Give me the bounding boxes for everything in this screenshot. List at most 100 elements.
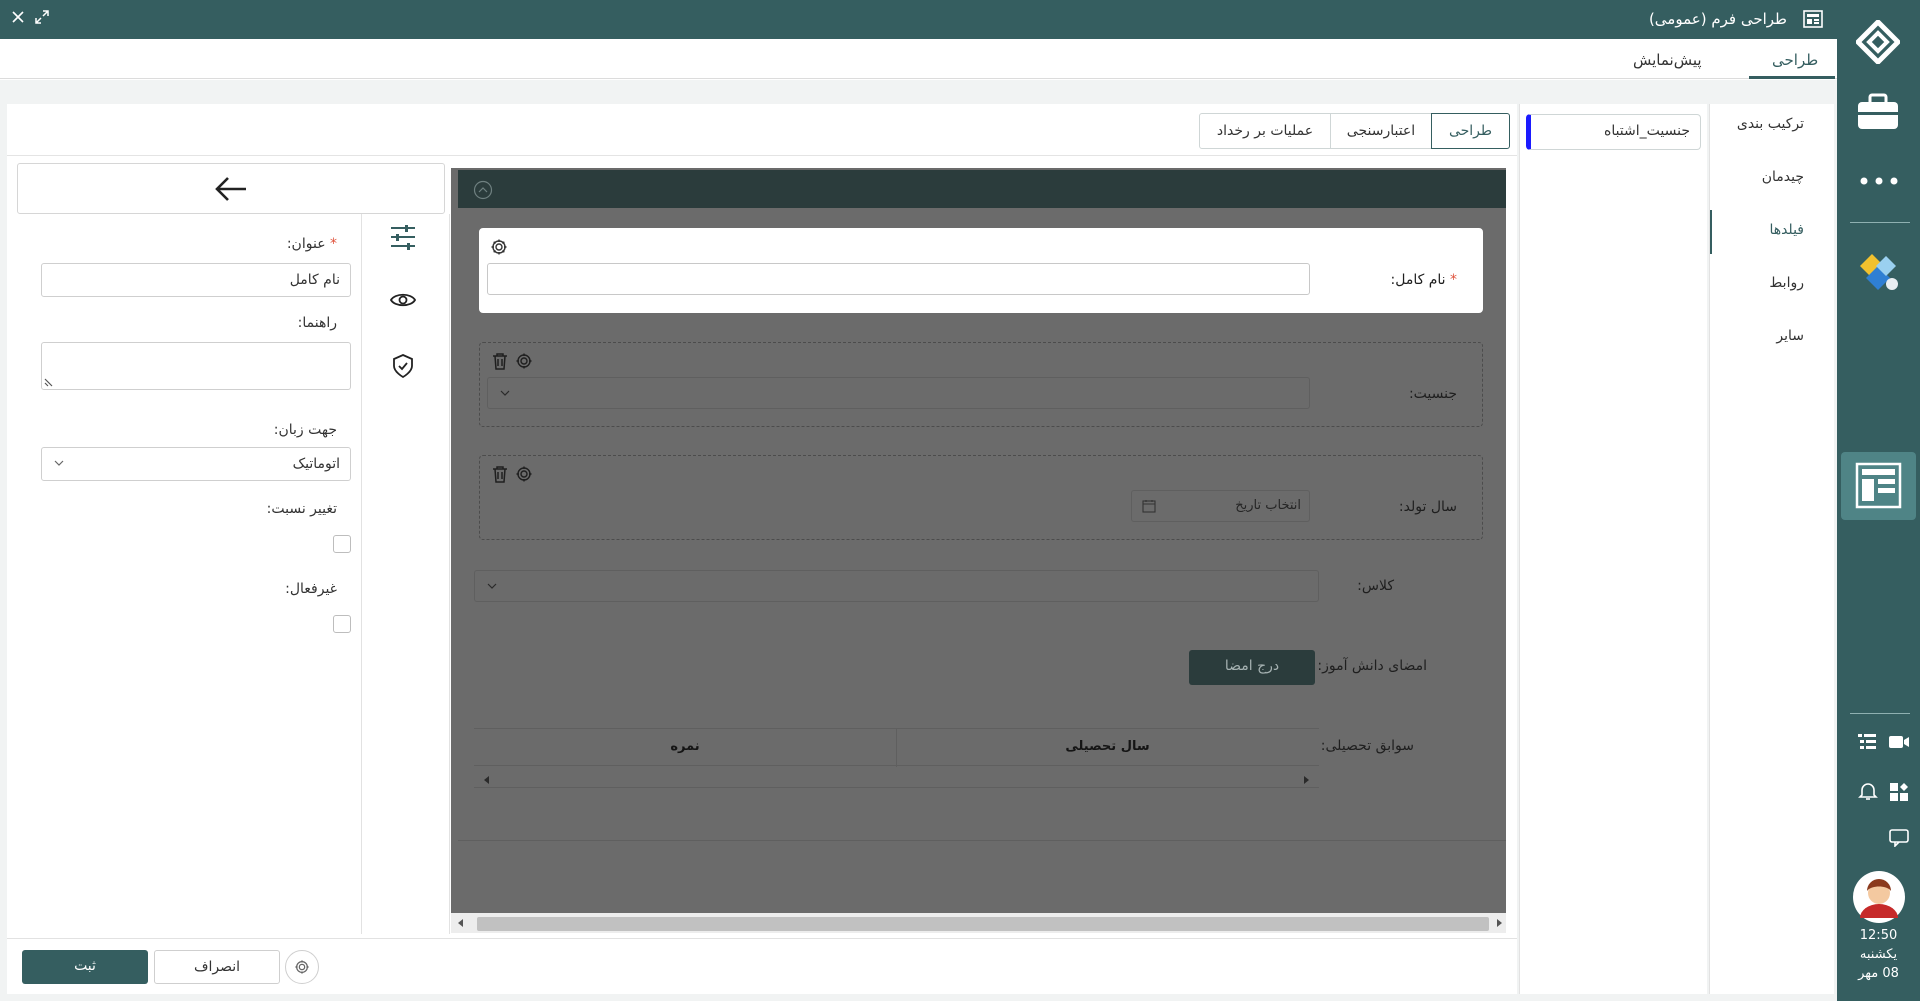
- full-name-label-text: نام کامل:: [1390, 272, 1446, 288]
- scrollbar-thumb[interactable]: [477, 917, 1489, 931]
- save-button[interactable]: ثبت: [22, 950, 148, 984]
- gear-icon[interactable]: [515, 352, 533, 370]
- field-card-birth-year[interactable]: سال تولد: انتخاب تاریخ: [479, 455, 1483, 540]
- integration-app-icon[interactable]: [1856, 250, 1900, 294]
- direction-label: جهت زبان:: [273, 422, 337, 438]
- chevron-down-icon: [500, 390, 510, 396]
- settings-button[interactable]: [285, 950, 319, 984]
- scroll-left-icon[interactable]: [484, 776, 490, 784]
- scroll-right-icon[interactable]: [1496, 919, 1502, 927]
- bell-icon[interactable]: [1858, 781, 1878, 801]
- app-logo-icon[interactable]: [1856, 20, 1900, 64]
- trash-icon[interactable]: [492, 352, 508, 370]
- clock-day: یکشنبه: [1859, 947, 1898, 962]
- section-nav: ترکیب بندی چیدمان فیلدها روابط سایر: [1709, 104, 1834, 994]
- more-icon[interactable]: [1859, 175, 1899, 187]
- form-designer-app-icon[interactable]: [1841, 452, 1916, 520]
- gear-icon: [294, 959, 310, 975]
- chevron-down-icon: [54, 460, 64, 466]
- gender-label: جنسیت:: [1408, 386, 1457, 402]
- nav-item-fields[interactable]: فیلدها: [1769, 222, 1804, 238]
- hint-textarea[interactable]: [41, 342, 351, 390]
- canvas-divider: [458, 840, 1506, 841]
- title-label-text: عنوان:: [286, 236, 326, 252]
- canvas-section-header: [458, 170, 1506, 208]
- birth-year-placeholder: انتخاب تاریخ: [1235, 498, 1301, 513]
- nav-item-layout[interactable]: چیدمان: [1762, 169, 1804, 185]
- clock-date: 08 مهر: [1858, 966, 1899, 981]
- back-button[interactable]: [17, 163, 445, 214]
- gender-select[interactable]: [487, 377, 1310, 409]
- expand-icon[interactable]: [35, 10, 49, 24]
- collapse-icon[interactable]: [473, 180, 493, 200]
- change-ratio-checkbox[interactable]: [333, 535, 351, 553]
- hint-label: راهنما:: [297, 315, 337, 331]
- history-table-header: سال تحصیلی نمره: [474, 728, 1319, 767]
- change-ratio-label: تغییر نسبت:: [266, 501, 337, 517]
- nav-item-relations[interactable]: روابط: [1769, 275, 1804, 291]
- active-tab-indicator: [1749, 76, 1835, 79]
- eye-icon[interactable]: [390, 291, 416, 309]
- title-bar: طراحی فرم (عمومی): [0, 0, 1837, 39]
- required-marker: *: [1445, 272, 1457, 288]
- cancel-button[interactable]: انصراف: [154, 950, 280, 984]
- user-avatar[interactable]: [1852, 870, 1906, 924]
- class-label: کلاس:: [1357, 578, 1394, 594]
- form-layout-icon: [1803, 10, 1823, 28]
- scroll-left-icon[interactable]: [458, 919, 464, 927]
- gear-icon[interactable]: [515, 465, 533, 483]
- tab-preview[interactable]: پیش‌نمایش: [1633, 51, 1702, 69]
- disabled-checkbox[interactable]: [333, 615, 351, 633]
- properties-panel: * عنوان: نام کامل راهنما: جهت زبان: اتوم…: [14, 214, 362, 934]
- sliders-icon[interactable]: [389, 224, 417, 250]
- divider: [7, 155, 1517, 156]
- birth-year-label: سال تولد:: [1398, 499, 1457, 515]
- title-label: * عنوان:: [287, 236, 337, 252]
- history-col-grade: نمره: [670, 739, 700, 754]
- birth-year-datepicker[interactable]: انتخاب تاریخ: [1131, 490, 1310, 522]
- arrow-left-icon: [215, 176, 247, 202]
- trash-icon[interactable]: [492, 465, 508, 483]
- nav-item-other[interactable]: سایر: [1776, 328, 1804, 344]
- nav-item-composition[interactable]: ترکیب بندی: [1737, 116, 1804, 132]
- direction-select[interactable]: اتوماتیک: [41, 447, 351, 481]
- subtab-validation[interactable]: اعتبارسنجی: [1330, 113, 1432, 149]
- insert-signature-button[interactable]: درج امضا: [1189, 650, 1315, 685]
- field-list-panel: جنسیت_اشتباه: [1519, 104, 1707, 994]
- chevron-down-icon: [487, 583, 497, 589]
- direction-value: اتوماتیک: [292, 456, 340, 472]
- scroll-right-icon[interactable]: [1303, 776, 1309, 784]
- property-category-strip: [362, 214, 450, 934]
- field-card-full-name[interactable]: * نام کامل:: [479, 228, 1483, 313]
- close-icon[interactable]: [12, 11, 24, 23]
- gear-icon[interactable]: [490, 238, 508, 256]
- widgets-icon[interactable]: [1889, 782, 1909, 802]
- history-table-scrollbar[interactable]: [474, 772, 1319, 788]
- subtab-design[interactable]: طراحی: [1431, 113, 1510, 149]
- video-call-icon[interactable]: [1888, 734, 1910, 750]
- field-list-item[interactable]: جنسیت_اشتباه: [1526, 114, 1701, 150]
- disabled-label: غیرفعال:: [285, 581, 337, 597]
- history-label: سوابق تحصیلی:: [1320, 738, 1414, 754]
- task-list-icon[interactable]: [1857, 733, 1877, 751]
- resize-handle-icon[interactable]: [44, 377, 54, 387]
- subtab-events[interactable]: عملیات بر رخداد: [1199, 113, 1331, 149]
- class-select[interactable]: [474, 570, 1319, 602]
- main-tabs: طراحی پیش‌نمایش: [0, 39, 1837, 79]
- shield-check-icon[interactable]: [392, 354, 414, 378]
- full-name-input[interactable]: [487, 263, 1310, 295]
- required-marker: *: [325, 236, 337, 252]
- title-input[interactable]: نام کامل: [41, 263, 351, 297]
- calendar-icon[interactable]: [1142, 499, 1156, 513]
- clock-time: 12:50: [1859, 928, 1898, 943]
- chat-icon[interactable]: [1889, 829, 1909, 847]
- app-dock: 12:50 یکشنبه 08 مهر: [1837, 0, 1920, 1001]
- window-title: طراحی فرم (عمومی): [1648, 10, 1787, 28]
- full-name-label: * نام کامل:: [1391, 272, 1457, 288]
- nav-active-indicator: [1710, 210, 1712, 254]
- tab-design[interactable]: طراحی: [1772, 51, 1818, 69]
- history-col-year: سال تحصیلی: [1065, 739, 1150, 754]
- field-card-gender[interactable]: جنسیت:: [479, 342, 1483, 427]
- signature-label: امضای دانش آموز:: [1317, 658, 1427, 674]
- briefcase-icon[interactable]: [1856, 93, 1900, 131]
